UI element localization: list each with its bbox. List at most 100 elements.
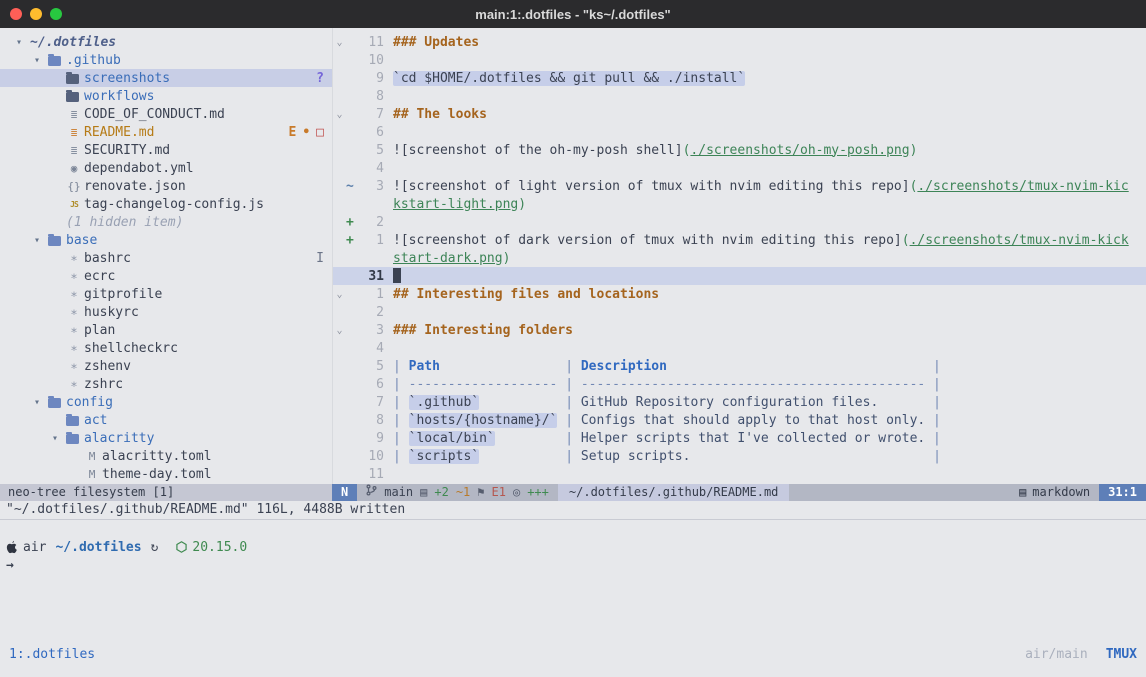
tree-item[interactable]: ∗plan	[0, 321, 332, 339]
editor-line[interactable]: 6| ------------------- | ---------------…	[333, 375, 1146, 393]
tree-item[interactable]: screenshots?	[0, 69, 332, 87]
text-segment: |	[557, 395, 580, 410]
fold-icon[interactable]: ⌄	[333, 289, 346, 300]
tree-item[interactable]: ∗ecrc	[0, 267, 332, 285]
text-segment: Setup scripts.	[581, 449, 691, 464]
fold-icon[interactable]: ⌄	[333, 109, 346, 120]
tree-item-label: shellcheckrc	[84, 341, 178, 356]
badge: •	[302, 125, 310, 140]
tree-item[interactable]: ∗shellcheckrc	[0, 339, 332, 357]
shell-prompt[interactable]: air ~/.dotfiles ↻ 20.15.0	[0, 538, 1146, 556]
minimize-button[interactable]	[30, 8, 42, 20]
shell-pane[interactable]: air ~/.dotfiles ↻ 20.15.0 →	[0, 520, 1146, 574]
tree-item[interactable]: workflows	[0, 87, 332, 105]
command-line[interactable]: "~/.dotfiles/.github/README.md" 116L, 44…	[0, 501, 1146, 519]
fold-icon[interactable]: ⌄	[333, 325, 346, 336]
dependabot-yaml-icon: ◉	[66, 162, 82, 175]
text-segment: |	[393, 395, 409, 410]
text-segment: ./screenshots/oh-my-posh.png	[690, 143, 909, 158]
editor-pane[interactable]: ⌄11### Updates109`cd $HOME/.dotfiles && …	[332, 28, 1146, 484]
tree-item[interactable]: ▾~/.dotfiles	[0, 33, 332, 51]
tree-item-label: alacritty.toml	[102, 449, 212, 464]
tree-item[interactable]: ∗bashrcI	[0, 249, 332, 267]
editor-line[interactable]: 11	[333, 465, 1146, 483]
editor-line[interactable]: 6	[333, 123, 1146, 141]
expander-icon[interactable]: ▾	[34, 55, 48, 66]
line-number: 7	[358, 107, 384, 122]
tree-item[interactable]: ▾ .github	[0, 51, 332, 69]
tree-item[interactable]: ∗zshenv	[0, 357, 332, 375]
tmux-window-item[interactable]: 1:.dotfiles	[9, 647, 95, 662]
tree-item[interactable]: ▾alacritty	[0, 429, 332, 447]
editor-line[interactable]: 5![screenshot of the oh-my-posh shell](.…	[333, 141, 1146, 159]
text-segment: |	[557, 449, 580, 464]
text-segment: |	[393, 413, 409, 428]
line-number: 1	[358, 287, 384, 302]
config-file-icon: ∗	[66, 269, 82, 283]
tree-item[interactable]: JStag-changelog-config.js	[0, 195, 332, 213]
tree-item[interactable]: ≣CODE_OF_CONDUCT.md	[0, 105, 332, 123]
folder-icon	[48, 56, 61, 66]
editor-line[interactable]: ⌄3### Interesting folders	[333, 321, 1146, 339]
text-segment: |	[393, 377, 409, 392]
tree-item[interactable]: ◉dependabot.yml	[0, 159, 332, 177]
config-file-icon: ∗	[66, 251, 82, 265]
shell-input-line[interactable]: →	[0, 556, 1146, 574]
tree-item[interactable]: ▾base	[0, 231, 332, 249]
editor-line[interactable]: +2	[333, 213, 1146, 231]
editor-line[interactable]: 8| `hosts/{hostname}/` | Configs that sh…	[333, 411, 1146, 429]
tree-item-label: .github	[66, 53, 121, 68]
line-number: 7	[358, 395, 384, 410]
editor-line[interactable]: +1![screenshot of dark version of tmux w…	[333, 231, 1146, 249]
tree-item[interactable]: ≣SECURITY.md	[0, 141, 332, 159]
editor-line[interactable]: 5| Path | Description |	[333, 357, 1146, 375]
editor-line[interactable]: ⌄11### Updates	[333, 33, 1146, 51]
git-sign: ~	[346, 179, 358, 194]
tree-item[interactable]: {}renovate.json	[0, 177, 332, 195]
tree-item[interactable]: (1 hidden item)	[0, 213, 332, 231]
git-branch-icon	[366, 484, 377, 501]
editor-line[interactable]: ⌄7## The looks	[333, 105, 1146, 123]
editor-line[interactable]: 31	[333, 267, 1146, 285]
text-segment: |	[393, 359, 409, 374]
tree-item[interactable]: Mtheme-day.toml	[0, 465, 332, 483]
editor-line[interactable]: 4	[333, 339, 1146, 357]
editor-line[interactable]: 7| `.github` | GitHub Repository configu…	[333, 393, 1146, 411]
editor-line[interactable]: 8	[333, 87, 1146, 105]
tree-item[interactable]: ∗gitprofile	[0, 285, 332, 303]
editor-line[interactable]: 10| `scripts` | Setup scripts. |	[333, 447, 1146, 465]
fold-icon[interactable]: ⌄	[333, 37, 346, 48]
editor-line[interactable]: ⌄1## Interesting files and locations	[333, 285, 1146, 303]
maximize-button[interactable]	[50, 8, 62, 20]
editor-line[interactable]: 9| `local/bin` | Helper scripts that I'v…	[333, 429, 1146, 447]
tree-item[interactable]: ▾config	[0, 393, 332, 411]
statusline-git-section: main ▤ +2 ~1 ⚑ E1 ◎ +++	[357, 484, 558, 501]
expander-icon[interactable]: ▾	[34, 235, 48, 246]
expander-icon[interactable]: ▾	[34, 397, 48, 408]
editor-line[interactable]: 4	[333, 159, 1146, 177]
tree-item-label: CODE_OF_CONDUCT.md	[84, 107, 225, 122]
editor-line[interactable]: 2	[333, 303, 1146, 321]
js-icon: JS	[66, 200, 82, 209]
tree-item[interactable]: ∗zshrc	[0, 375, 332, 393]
expander-icon[interactable]: ▾	[52, 433, 66, 444]
editor-line[interactable]: ~3![screenshot of light version of tmux …	[333, 177, 1146, 195]
tree-item[interactable]: Malacritty.toml	[0, 447, 332, 465]
editor-line[interactable]: start-dark.png)	[333, 249, 1146, 267]
tree-item[interactable]: ∗huskyrc	[0, 303, 332, 321]
window-title: main:1:.dotfiles - "ks~/.dotfiles"	[0, 7, 1146, 22]
statusline-filename: ~/.dotfiles/.github/README.md	[558, 484, 790, 501]
prompt-arrow-icon: →	[6, 558, 14, 573]
tree-item[interactable]: act	[0, 411, 332, 429]
close-button[interactable]	[10, 8, 22, 20]
expander-icon[interactable]: ▾	[16, 37, 30, 48]
cursor-block	[393, 268, 401, 283]
editor-line[interactable]: 10	[333, 51, 1146, 69]
folder-icon	[66, 434, 79, 444]
tree-item-label: README.md	[84, 125, 154, 140]
diff-added: +2	[434, 484, 448, 501]
tree-item-label: zshrc	[84, 377, 123, 392]
editor-line[interactable]: 9`cd $HOME/.dotfiles && git pull && ./in…	[333, 69, 1146, 87]
tree-item[interactable]: ≣README.mdE•□	[0, 123, 332, 141]
editor-line[interactable]: kstart-light.png)	[333, 195, 1146, 213]
